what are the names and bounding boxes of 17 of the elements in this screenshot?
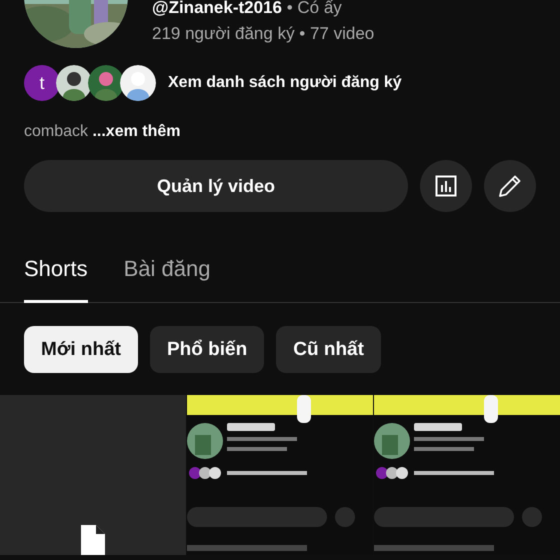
short-thumbnail[interactable] [0,395,186,555]
filter-chip[interactable]: Mới nhất [24,326,138,373]
subscriber-avatar: t [24,65,60,101]
subscriber-list-link[interactable]: Xem danh sách người đăng ký [168,74,402,92]
bar-chart-icon [434,174,458,198]
filter-chip[interactable]: Cũ nhất [276,326,381,373]
edit-button[interactable] [484,160,536,212]
analytics-button[interactable] [420,160,472,212]
tab[interactable]: Bài đăng [124,248,210,303]
channel-description[interactable]: comback ...xem thêm [0,101,204,141]
channel-handle: @Zinanek-t2016 • Có ấy [152,0,343,18]
manage-videos-button[interactable]: Quản lý video [24,160,408,212]
channel-stats: 219 người đăng ký • 77 video [152,24,374,44]
filter-chip[interactable]: Phổ biến [150,326,264,373]
tab[interactable]: Shorts [24,248,88,303]
pencil-icon [497,173,523,199]
file-icon [81,525,105,555]
